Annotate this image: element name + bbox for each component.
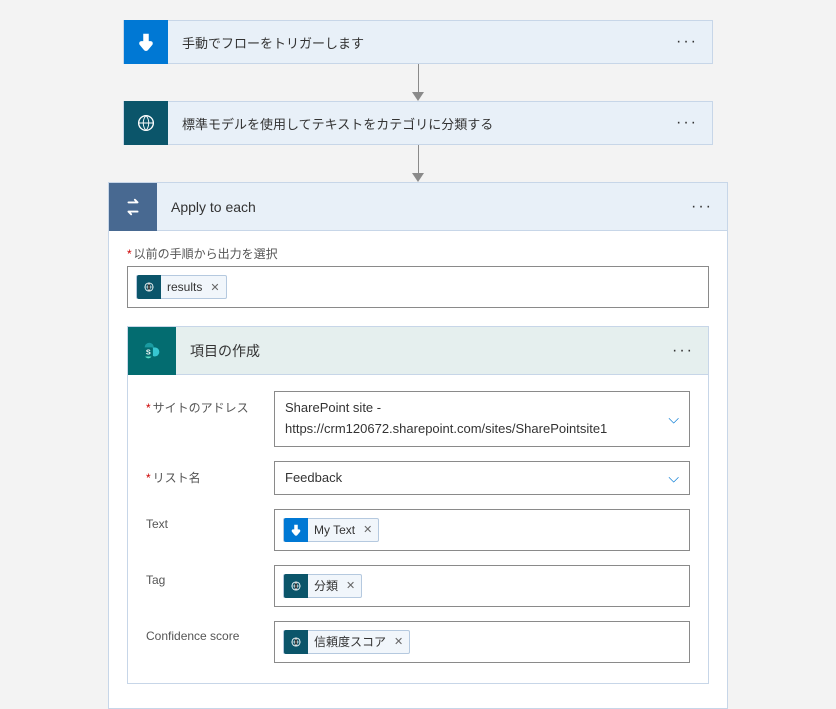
token-tag[interactable]: 分類 ✕ — [283, 574, 362, 598]
apply-to-each-body: *以前の手順から出力を選択 results ✕ — [109, 231, 727, 708]
trigger-card[interactable]: 手動でフローをトリガーします ··· — [123, 20, 713, 64]
create-item-title: 項目の作成 — [176, 341, 658, 361]
confidence-label: Confidence score — [146, 621, 274, 643]
confidence-input[interactable]: 信頼度スコア ✕ — [274, 621, 690, 663]
apply-to-each-title: Apply to each — [157, 199, 677, 215]
confidence-row: Confidence score 信頼度スコア ✕ — [146, 621, 690, 663]
text-label: Text — [146, 509, 274, 531]
list-name-label: *リスト名 — [146, 461, 274, 486]
token-remove-button[interactable]: ✕ — [210, 281, 219, 294]
token-results[interactable]: results ✕ — [136, 275, 227, 299]
site-address-select[interactable]: SharePoint site - https://crm120672.shar… — [274, 391, 690, 447]
site-address-value-line2: https://crm120672.sharepoint.com/sites/S… — [285, 419, 607, 440]
svg-text:S: S — [146, 347, 151, 356]
connector-arrow — [412, 64, 424, 101]
create-item-menu-button[interactable]: ··· — [658, 342, 708, 360]
apply-to-each-container: Apply to each ··· *以前の手順から出力を選択 results … — [108, 182, 728, 709]
create-item-action: S 項目の作成 ··· *サイトのアドレス — [127, 326, 709, 684]
tag-input[interactable]: 分類 ✕ — [274, 565, 690, 607]
list-name-row: *リスト名 Feedback ⌵ — [146, 461, 690, 495]
create-item-body: *サイトのアドレス SharePoint site - https://crm1… — [128, 375, 708, 683]
trigger-menu-button[interactable]: ··· — [662, 33, 712, 51]
token-label: My Text — [314, 523, 355, 537]
site-address-value-line1: SharePoint site - — [285, 398, 607, 419]
site-address-row: *サイトのアドレス SharePoint site - https://crm1… — [146, 391, 690, 447]
ai-token-icon — [284, 574, 308, 598]
token-remove-button[interactable]: ✕ — [363, 523, 372, 536]
trigger-icon — [124, 20, 168, 64]
classify-title: 標準モデルを使用してテキストをカテゴリに分類する — [168, 114, 662, 133]
apply-to-each-menu-button[interactable]: ··· — [677, 198, 727, 216]
token-label: results — [167, 280, 202, 294]
tag-row: Tag 分類 ✕ — [146, 565, 690, 607]
token-label: 分類 — [314, 577, 338, 594]
classify-card[interactable]: 標準モデルを使用してテキストをカテゴリに分類する ··· — [123, 101, 713, 145]
token-remove-button[interactable]: ✕ — [394, 635, 403, 648]
tag-label: Tag — [146, 565, 274, 587]
classify-menu-button[interactable]: ··· — [662, 114, 712, 132]
trigger-token-icon — [284, 518, 308, 542]
trigger-title: 手動でフローをトリガーします — [168, 33, 662, 52]
text-input[interactable]: My Text ✕ — [274, 509, 690, 551]
chevron-down-icon: ⌵ — [668, 410, 679, 427]
apply-to-each-header[interactable]: Apply to each ··· — [109, 183, 727, 231]
chevron-down-icon: ⌵ — [668, 469, 679, 486]
ai-token-icon — [284, 630, 308, 654]
sharepoint-icon: S — [128, 327, 176, 375]
create-item-header[interactable]: S 項目の作成 ··· — [128, 327, 708, 375]
token-label: 信頼度スコア — [314, 633, 386, 650]
prev-output-label: *以前の手順から出力を選択 — [127, 245, 709, 262]
ai-icon — [124, 101, 168, 145]
list-name-value: Feedback — [285, 470, 342, 485]
site-address-label: *サイトのアドレス — [146, 391, 274, 416]
list-name-select[interactable]: Feedback ⌵ — [274, 461, 690, 495]
token-confidence[interactable]: 信頼度スコア ✕ — [283, 630, 410, 654]
token-remove-button[interactable]: ✕ — [346, 579, 355, 592]
loop-icon — [109, 183, 157, 231]
flow-canvas: 手動でフローをトリガーします ··· 標準モデルを使用してテキストをカテゴリに分… — [0, 20, 836, 709]
text-row: Text My Text ✕ — [146, 509, 690, 551]
prev-output-input[interactable]: results ✕ — [127, 266, 709, 308]
connector-arrow — [412, 145, 424, 182]
token-my-text[interactable]: My Text ✕ — [283, 518, 379, 542]
ai-token-icon — [137, 275, 161, 299]
